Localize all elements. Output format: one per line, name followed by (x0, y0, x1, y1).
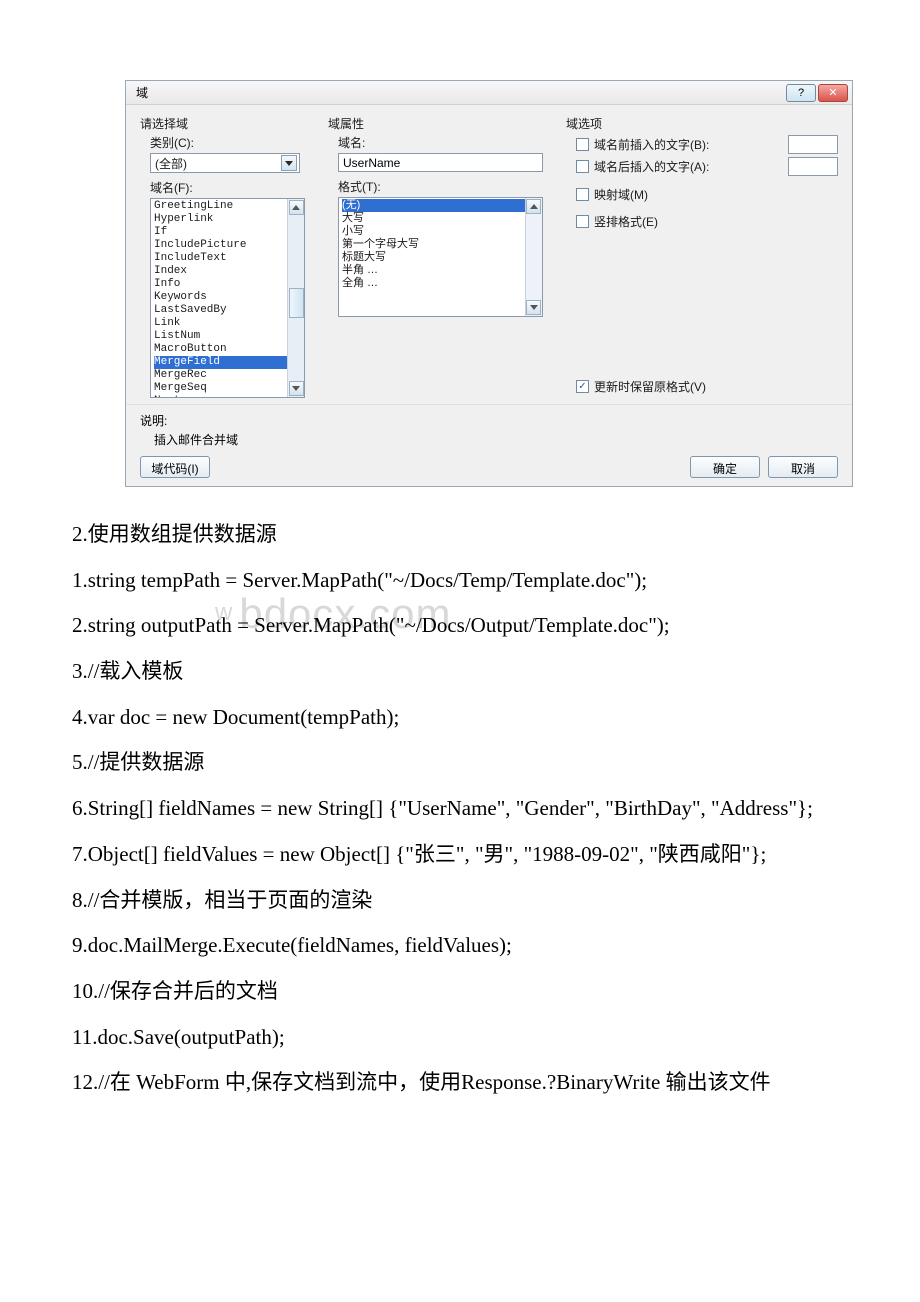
scroll-thumb[interactable] (289, 288, 304, 318)
field-item[interactable]: MergeRec (154, 369, 304, 382)
fieldname-listbox[interactable]: GreetingLine Hyperlink If IncludePicture… (150, 198, 305, 398)
field-item[interactable]: Info (154, 278, 304, 291)
code-line: 10.//保存合并后的文档 (30, 974, 890, 1010)
opt-before-input[interactable] (788, 135, 838, 154)
field-item[interactable]: If (154, 226, 304, 239)
article-body: wbdocx.com 2.使用数组提供数据源 1.string tempPath… (0, 487, 920, 1161)
article-line: 2.使用数组提供数据源 (30, 517, 890, 553)
format-item[interactable]: 小写 (342, 225, 542, 238)
field-item[interactable]: Keywords (154, 291, 304, 304)
scroll-down-icon[interactable] (289, 381, 304, 396)
category-label: 类别(C): (150, 134, 310, 151)
cancel-button[interactable]: 取消 (768, 456, 838, 478)
opt-before-check[interactable]: 域名前插入的文字(B): (576, 135, 838, 154)
code-line: 4.var doc = new Document(tempPath); (30, 700, 890, 736)
chevron-down-icon (281, 155, 297, 171)
select-field-label: 请选择域 (140, 115, 310, 132)
scroll-down-icon[interactable] (526, 300, 541, 315)
code-line: 7.Object[] fieldValues = new Object[] {"… (30, 837, 890, 873)
format-item[interactable]: 第一个字母大写 (342, 238, 542, 251)
opt-map-label: 映射域(M) (594, 186, 648, 203)
field-item[interactable]: IncludeText (154, 252, 304, 265)
field-item[interactable]: LastSavedBy (154, 304, 304, 317)
field-item-selected[interactable]: MergeField (154, 356, 304, 369)
help-button[interactable]: ? (786, 84, 816, 102)
format-item[interactable]: 标题大写 (342, 251, 542, 264)
field-item[interactable]: MergeSeq (154, 382, 304, 395)
field-item[interactable]: Index (154, 265, 304, 278)
code-line: 9.doc.MailMerge.Execute(fieldNames, fiel… (30, 928, 890, 964)
format-item[interactable]: 半角 … (342, 264, 542, 277)
code-line: 3.//载入模板 (30, 654, 890, 690)
list-scrollbar[interactable] (287, 199, 304, 397)
check-icon: ✓ (576, 380, 589, 393)
fieldname-input[interactable] (338, 153, 543, 172)
opt-vertical-label: 竖排格式(E) (594, 213, 658, 230)
code-line: 8.//合并模版，相当于页面的渲染 (30, 883, 890, 919)
opt-after-input[interactable] (788, 157, 838, 176)
format-label: 格式(T): (338, 178, 548, 195)
opt-after-label: 域名后插入的文字(A): (594, 158, 709, 175)
code-line: 1.string tempPath = Server.MapPath("~/Do… (30, 563, 890, 599)
scroll-up-icon[interactable] (526, 199, 541, 214)
format-item[interactable]: 全角 … (342, 277, 542, 290)
ok-button[interactable]: 确定 (690, 456, 760, 478)
opt-preserve-label: 更新时保留原格式(V) (594, 378, 706, 395)
field-options-label: 域选项 (566, 115, 838, 132)
code-line: 12.//在 WebForm 中,保存文档到流中，使用Response.?Bin… (30, 1065, 890, 1101)
fieldname-list-label: 域名(F): (150, 179, 310, 196)
field-item[interactable]: Next (154, 395, 304, 398)
format-listbox[interactable]: (无) 大写 小写 第一个字母大写 标题大写 半角 … 全角 … (338, 197, 543, 317)
field-item[interactable]: IncludePicture (154, 239, 304, 252)
field-item[interactable]: ListNum (154, 330, 304, 343)
description-value: 插入邮件合并域 (154, 431, 838, 448)
titlebar: 域 ? ✕ (126, 81, 852, 105)
opt-map-check[interactable]: 映射域(M) (576, 186, 838, 203)
opt-vertical-check[interactable]: 竖排格式(E) (576, 213, 838, 230)
code-line: 11.doc.Save(outputPath); (30, 1020, 890, 1056)
code-line: 5.//提供数据源 (30, 745, 890, 781)
code-line: 6.String[] fieldNames = new String[] {"U… (30, 791, 890, 827)
code-line: 2.string outputPath = Server.MapPath("~/… (30, 608, 890, 644)
category-value: (全部) (155, 155, 187, 172)
opt-after-check[interactable]: 域名后插入的文字(A): (576, 157, 838, 176)
field-dialog: 域 ? ✕ 请选择域 类别(C): (全部) 域名(F): GreetingLi… (125, 80, 853, 487)
field-item[interactable]: Hyperlink (154, 213, 304, 226)
format-item[interactable]: 大写 (342, 212, 542, 225)
field-item[interactable]: Link (154, 317, 304, 330)
fieldname2-label: 域名: (338, 134, 548, 151)
description-label: 说明: (140, 412, 838, 429)
format-scrollbar[interactable] (525, 198, 542, 316)
format-item-selected[interactable]: (无) (342, 199, 542, 212)
field-item[interactable]: MacroButton (154, 343, 304, 356)
field-item[interactable]: GreetingLine (154, 200, 304, 213)
dialog-title: 域 (136, 84, 786, 101)
fieldcode-button[interactable]: 域代码(I) (140, 456, 210, 478)
field-props-label: 域属性 (328, 115, 548, 132)
opt-before-label: 域名前插入的文字(B): (594, 136, 709, 153)
category-dropdown[interactable]: (全部) (150, 153, 300, 173)
opt-preserve-check[interactable]: ✓ 更新时保留原格式(V) (576, 378, 838, 395)
scroll-up-icon[interactable] (289, 200, 304, 215)
close-button[interactable]: ✕ (818, 84, 848, 102)
